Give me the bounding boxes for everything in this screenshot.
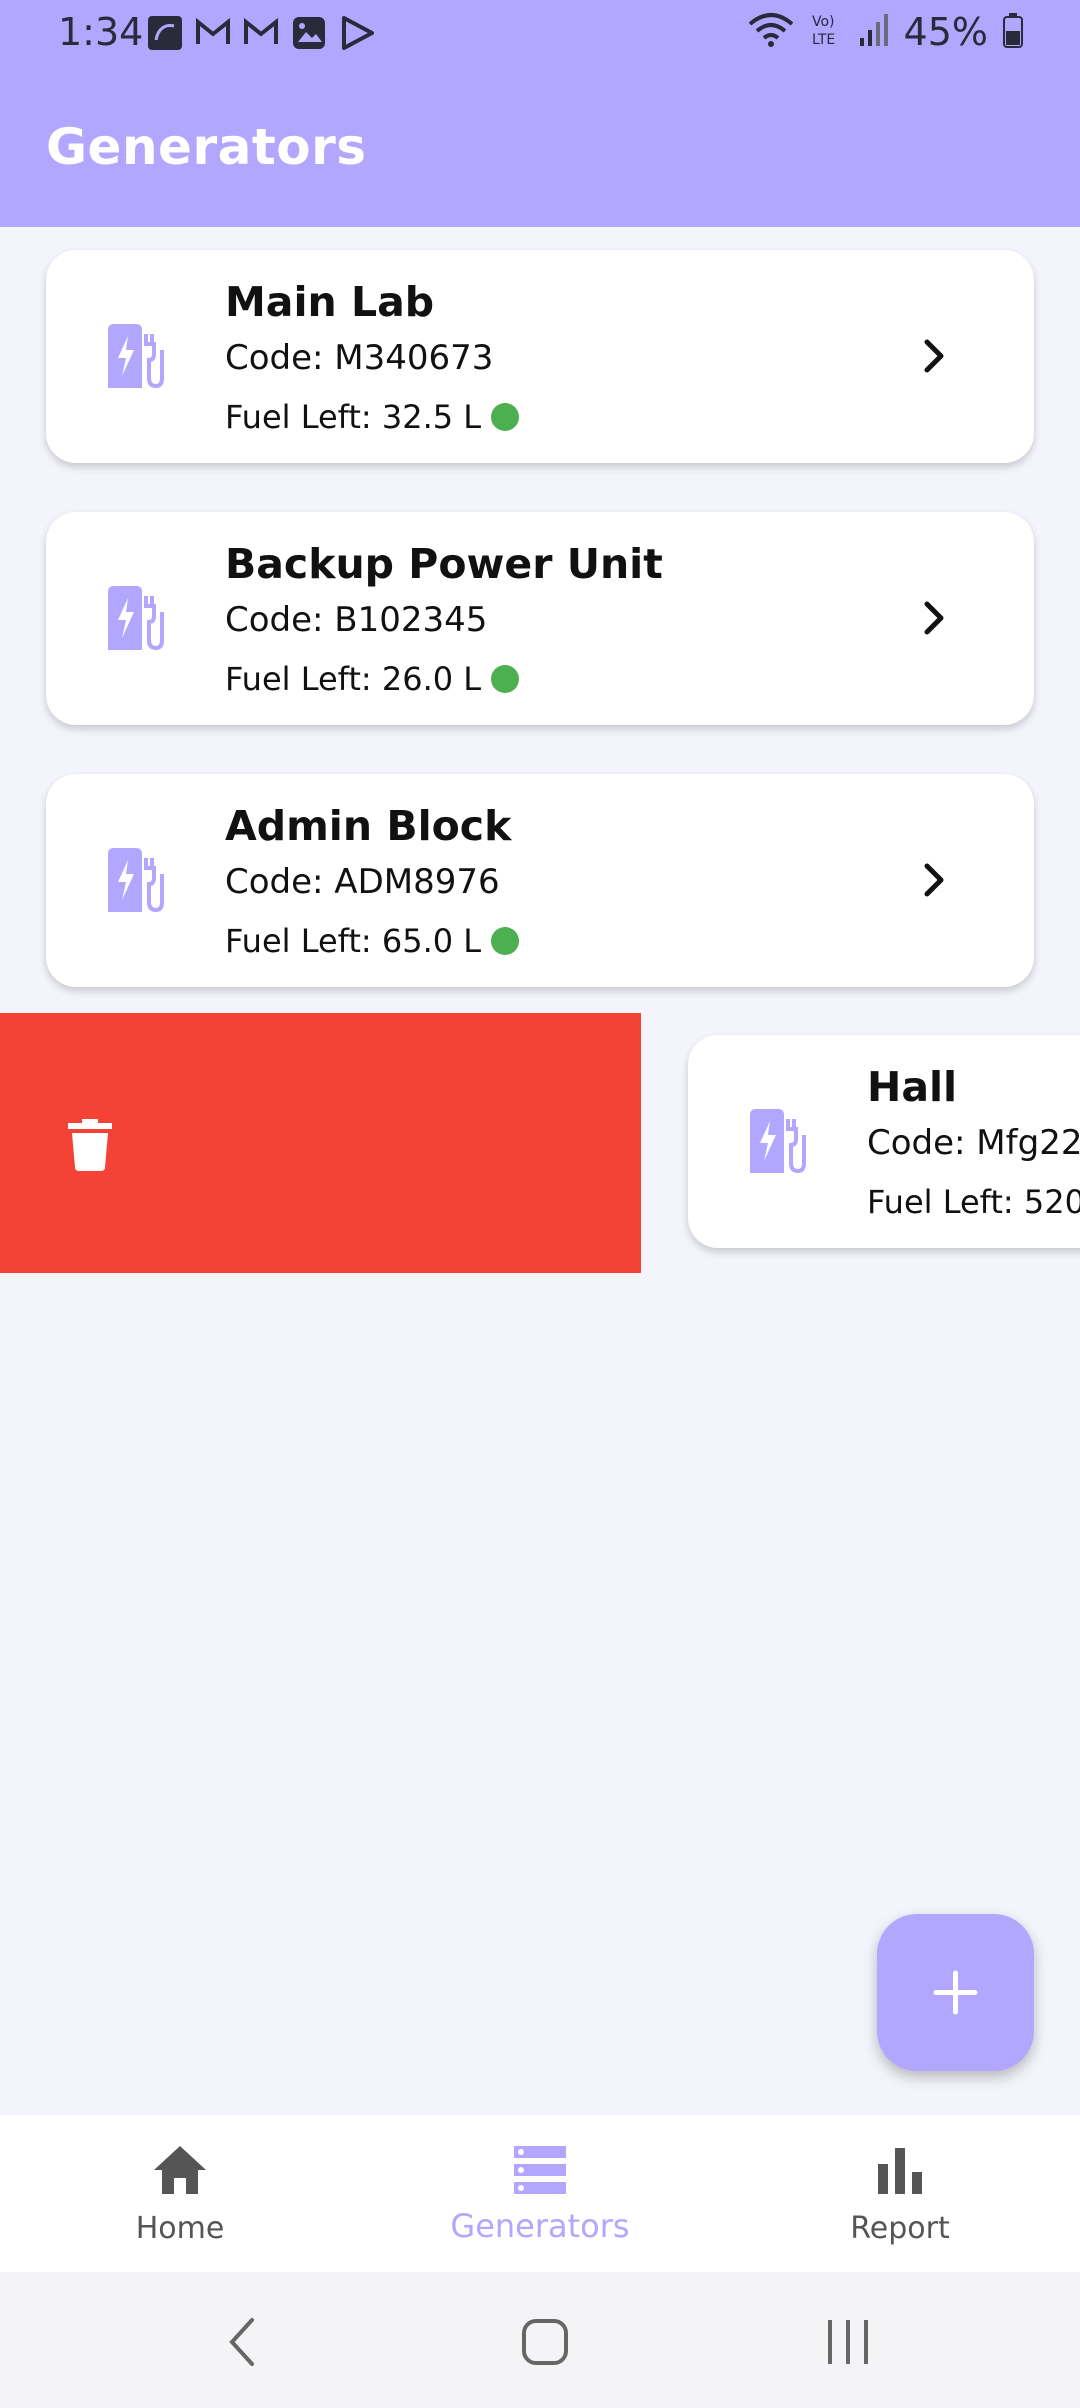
generator-code: Code: Mfg223 — [867, 1123, 1080, 1163]
battery-icon — [1002, 12, 1024, 52]
fuel-status-dot — [491, 403, 520, 431]
nav-label-report: Report — [850, 2211, 950, 2246]
status-bar: 1:34 Vo) LTE 45% — [0, 0, 1080, 70]
page-title: Generators — [46, 118, 367, 176]
fuel-level: Fuel Left: 520 — [867, 1183, 1080, 1221]
fuel-status-dot — [491, 927, 520, 955]
bar-chart-icon — [878, 2148, 922, 2194]
generator-name: Main Lab — [225, 278, 435, 326]
plus-icon — [933, 1970, 978, 2015]
fuel-level: Fuel Left: 65.0 L — [225, 922, 520, 960]
app-bar: Generators — [0, 70, 1080, 227]
bottom-navigation: Home Generators Report — [0, 2115, 1080, 2272]
generator-code: Code: ADM8976 — [225, 862, 500, 902]
play-store-icon — [338, 14, 376, 52]
fuel-level: Fuel Left: 26.0 L — [225, 660, 520, 698]
generator-card-swiped[interactable]: Hall Code: Mfg223 Fuel Left: 520 — [688, 1035, 1080, 1248]
back-icon[interactable] — [214, 2312, 274, 2372]
ev-station-icon — [108, 586, 164, 651]
generator-code: Code: M340673 — [225, 338, 494, 378]
chevron-right-icon[interactable] — [914, 336, 954, 376]
chevron-right-icon[interactable] — [914, 860, 954, 900]
fuel-status-dot — [491, 665, 520, 693]
battery-percent: 45% — [903, 10, 988, 54]
chevron-right-icon[interactable] — [914, 598, 954, 638]
svg-text:LTE: LTE — [812, 32, 835, 48]
generator-name: Hall — [867, 1063, 958, 1111]
volte-icon: Vo) LTE — [810, 10, 844, 54]
fuel-level-text: Fuel Left: 32.5 L — [225, 398, 482, 436]
ev-station-icon — [108, 848, 164, 913]
system-navigation-bar — [0, 2272, 1080, 2408]
gmail-icon — [194, 14, 232, 52]
nav-item-report[interactable]: Report — [720, 2115, 1080, 2272]
home-button-icon[interactable] — [515, 2312, 575, 2372]
system-status-icons: Vo) LTE 45% — [746, 10, 1024, 54]
swipe-delete-action[interactable] — [0, 1013, 641, 1273]
nav-label-home: Home — [135, 2211, 225, 2246]
home-icon — [154, 2146, 206, 2194]
generator-card[interactable]: Admin Block Code: ADM8976 Fuel Left: 65.… — [46, 774, 1034, 987]
trash-icon[interactable] — [68, 1119, 112, 1171]
generator-card[interactable]: Backup Power Unit Code: B102345 Fuel Lef… — [46, 512, 1034, 725]
svg-text:Vo): Vo) — [812, 14, 835, 30]
generator-name: Admin Block — [225, 802, 512, 850]
notification-icons — [146, 14, 376, 52]
ev-station-icon — [750, 1109, 806, 1174]
generator-code: Code: B102345 — [225, 600, 488, 640]
nav-label-generators: Generators — [450, 2207, 630, 2245]
list-icon — [514, 2146, 566, 2194]
signal-icon — [858, 12, 890, 52]
add-generator-button[interactable] — [877, 1914, 1034, 2071]
recent-apps-icon[interactable] — [818, 2312, 878, 2372]
fuel-level-text: Fuel Left: 65.0 L — [225, 922, 482, 960]
fuel-level-text: Fuel Left: 520 — [867, 1183, 1080, 1221]
nav-item-home[interactable]: Home — [0, 2115, 360, 2272]
wifi-icon — [746, 10, 796, 54]
gmail-icon — [242, 14, 280, 52]
fuel-level: Fuel Left: 32.5 L — [225, 398, 520, 436]
generator-card[interactable]: Main Lab Code: M340673 Fuel Left: 32.5 L — [46, 250, 1034, 463]
gallery-icon — [290, 14, 328, 52]
fuel-level-text: Fuel Left: 26.0 L — [225, 660, 482, 698]
generator-name: Backup Power Unit — [225, 540, 663, 588]
ev-station-icon — [108, 324, 164, 389]
app-notification-icon — [146, 14, 184, 52]
nav-item-generators[interactable]: Generators — [360, 2115, 720, 2272]
status-time: 1:34 — [58, 10, 144, 54]
